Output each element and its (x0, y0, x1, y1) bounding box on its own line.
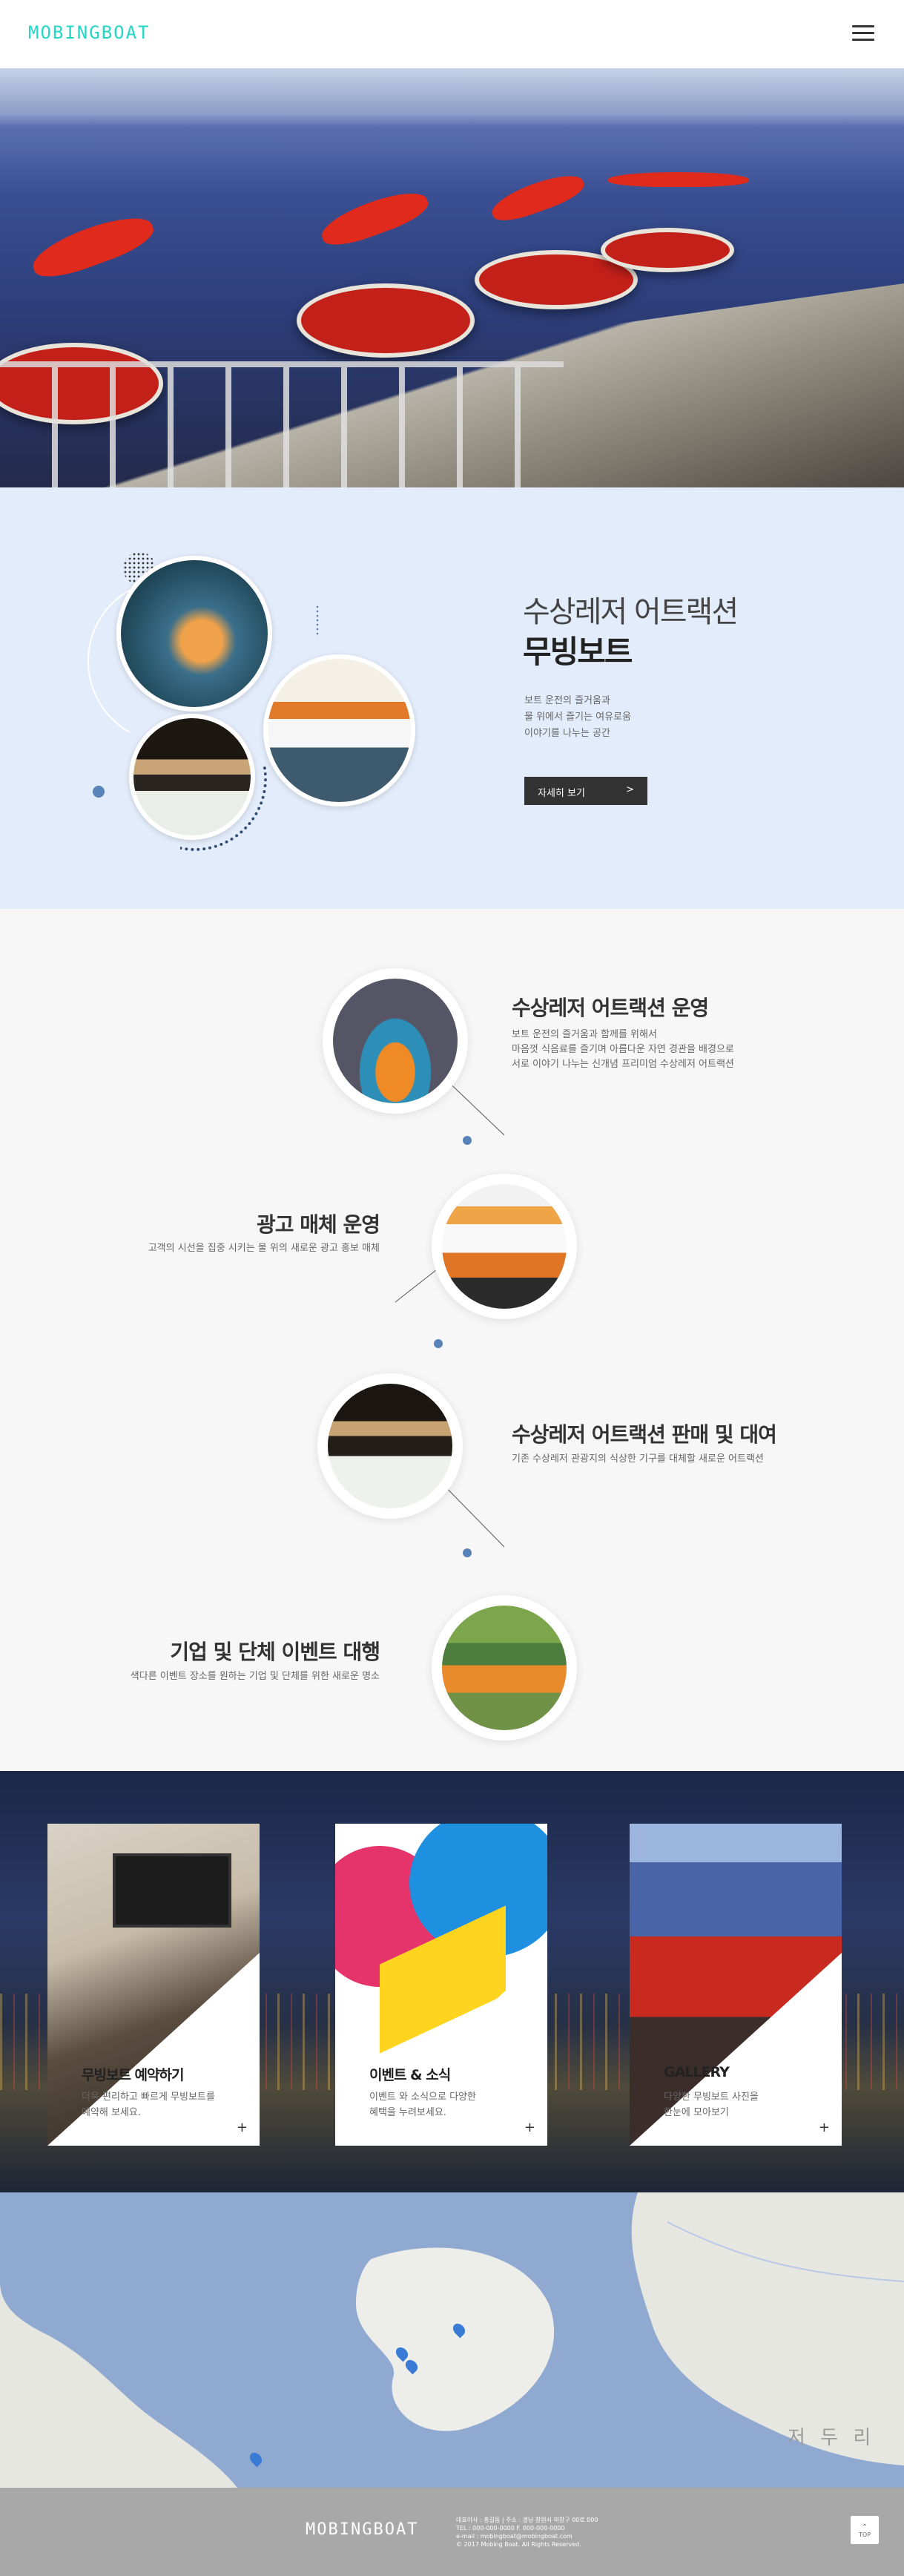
card-title: 이벤트 & 소식 (369, 2067, 451, 2083)
about-subtitle: 수상레저 어트랙션 (523, 595, 739, 629)
service-desc-1: 보트 운전의 즐거움과 함께를 위해서 마음껏 식음료를 즐기며 아름다운 자연 … (512, 1029, 734, 1070)
map-place-label: 저 두 리 (788, 2427, 876, 2449)
hero-image (0, 68, 904, 487)
city-skyline (0, 68, 904, 113)
map-water (0, 2192, 904, 2488)
service-title-1: 수상레저 어트랙션 운영 (512, 996, 709, 1020)
dot-pattern (315, 605, 320, 637)
service-title-4: 기업 및 단체 이벤트 대행 (170, 1640, 380, 1664)
umbrella (27, 207, 159, 286)
site-logo[interactable]: MOBINGBOAT (28, 22, 151, 43)
service-desc-4: 색다른 이벤트 장소를 원하는 기업 및 단체를 위한 새로운 명소 (130, 1671, 380, 1682)
timeline-dot (463, 1136, 472, 1145)
site-footer: MOBINGBOAT 대표이사 : 홍길동 | 주소 : 경남 창원시 의창구 … (0, 2488, 904, 2576)
card-title: 무빙보트 예약하기 (82, 2067, 184, 2083)
about-photo-boats (116, 556, 272, 712)
card-reservation[interactable]: 무빙보트 예약하기 더욱 편리하고 빠르게 무빙보트를 예약해 보세요. + (47, 1824, 260, 2146)
arrow-right-icon: > (626, 784, 634, 795)
card-desc: 다양한 무빙보트 사진을 한눈에 모아보기 (664, 2092, 759, 2118)
boat (297, 283, 475, 358)
about-section: 수상레저 어트랙션 무빙보트 보트 운전의 즐거움과 물 위에서 즐기는 여유로… (0, 487, 904, 909)
card-desc: 더욱 편리하고 빠르게 무빙보트를 예약해 보세요. (82, 2092, 215, 2118)
scroll-top-button[interactable]: ⌃ TOP (851, 2516, 879, 2544)
about-photo-party (263, 654, 415, 806)
timeline-dot (463, 1548, 472, 1557)
service-desc-2: 고객의 시선을 집중 시키는 물 위의 새로운 광고 홍보 매체 (148, 1243, 380, 1254)
location-map[interactable]: 저 두 리 (0, 2192, 904, 2488)
service-photo-2 (432, 1174, 577, 1319)
footer-logo[interactable]: MOBINGBOAT (306, 2520, 418, 2539)
card-title: GALLERY (664, 2064, 730, 2080)
timeline-dot (434, 1339, 443, 1348)
boat (601, 228, 734, 272)
footer-info: 대표이사 : 홍길동 | 주소 : 경남 창원시 의창구 00로 000 TEL… (456, 2517, 598, 2548)
chevron-up-icon: ⌃ (861, 2523, 868, 2531)
service-title-2: 광고 매체 운영 (256, 1212, 380, 1237)
laptop-screen (113, 1853, 231, 1928)
about-description: 보트 운전의 즐거움과 물 위에서 즐기는 여유로움 이야기를 나누는 공간 (524, 695, 631, 739)
card-desc: 이벤트 와 소식으로 다양한 혜택을 누려보세요. (369, 2092, 476, 2118)
service-photo-1 (323, 968, 468, 1114)
umbrella (316, 183, 433, 253)
services-section: 수상레저 어트랙션 운영 보트 운전의 즐거움과 함께를 위해서 마음껏 식음료를… (0, 909, 904, 1771)
service-photo-3 (317, 1373, 463, 1519)
railing (0, 361, 564, 487)
service-photo-4 (432, 1595, 577, 1741)
service-title-3: 수상레저 어트랙션 판매 및 대여 (512, 1422, 777, 1447)
service-desc-3: 기존 수상레저 관광지의 식상한 기구를 대체할 새로운 어트랙션 (512, 1453, 764, 1465)
cards-section: 무빙보트 예약하기 더욱 편리하고 빠르게 무빙보트를 예약해 보세요. + 이벤… (0, 1771, 904, 2192)
umbrella (487, 167, 588, 228)
card-gallery[interactable]: GALLERY 다양한 무빙보트 사진을 한눈에 모아보기 + (630, 1824, 842, 2146)
site-header: MOBINGBOAT (0, 0, 904, 68)
umbrella (608, 172, 749, 187)
plus-icon[interactable]: + (524, 2120, 535, 2135)
card-events[interactable]: 이벤트 & 소식 이벤트 와 소식으로 다양한 혜택을 누려보세요. + (335, 1824, 547, 2146)
plus-icon[interactable]: + (237, 2120, 248, 2135)
plus-icon[interactable]: + (819, 2120, 830, 2135)
more-button[interactable]: 자세히 보기 > (524, 777, 647, 805)
menu-icon[interactable] (852, 25, 874, 42)
about-title: 무빙보트 (523, 627, 641, 672)
